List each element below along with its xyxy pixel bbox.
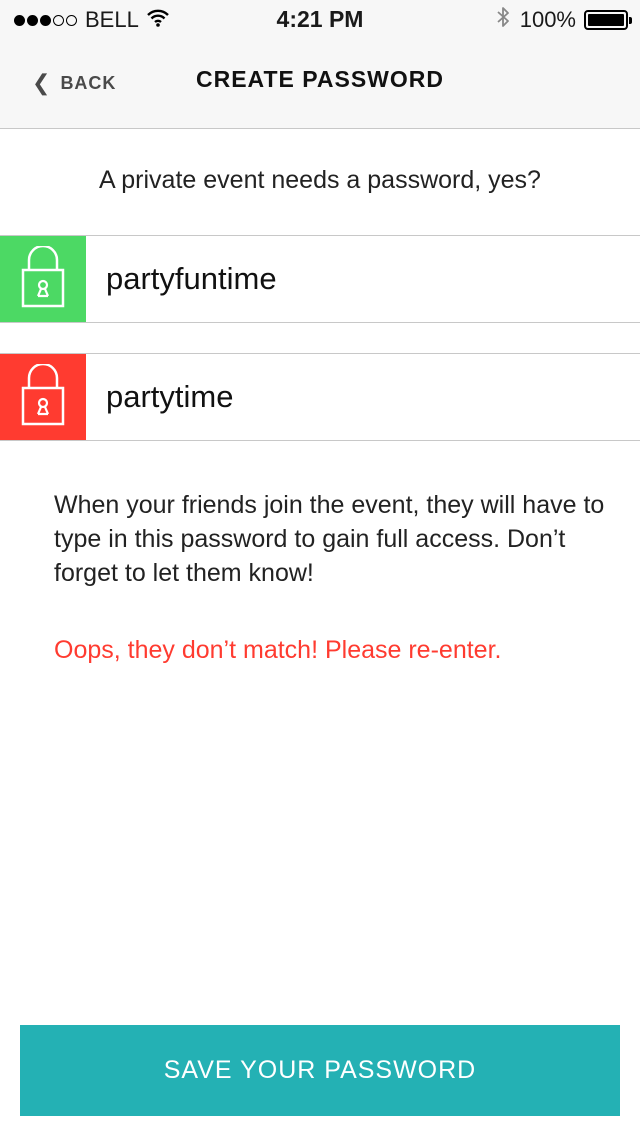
lock-icon bbox=[21, 244, 65, 313]
info-text: When your friends join the event, they w… bbox=[54, 491, 605, 587]
error-message: Oops, they don’t match! Please re-enter. bbox=[54, 636, 502, 664]
confirm-status-badge bbox=[0, 354, 86, 440]
save-password-button[interactable]: SAVE YOUR PASSWORD bbox=[20, 1025, 620, 1116]
status-bar: BELL 4:21 PM 100% bbox=[0, 0, 640, 40]
status-right: 100% bbox=[496, 6, 632, 34]
battery-icon bbox=[584, 10, 632, 30]
page-title: CREATE PASSWORD bbox=[196, 66, 444, 92]
password-status-badge bbox=[0, 236, 86, 322]
lock-icon bbox=[21, 362, 65, 431]
password-field[interactable] bbox=[106, 236, 606, 322]
bluetooth-icon bbox=[496, 6, 510, 34]
confirm-password-field[interactable] bbox=[106, 354, 606, 440]
nav-bar: ❮ BACK CREATE PASSWORD bbox=[0, 40, 640, 129]
prompt-text: A private event needs a password, yes? bbox=[99, 166, 541, 194]
confirm-password-row bbox=[0, 353, 640, 441]
password-row bbox=[0, 235, 640, 323]
battery-percent: 100% bbox=[519, 7, 576, 32]
